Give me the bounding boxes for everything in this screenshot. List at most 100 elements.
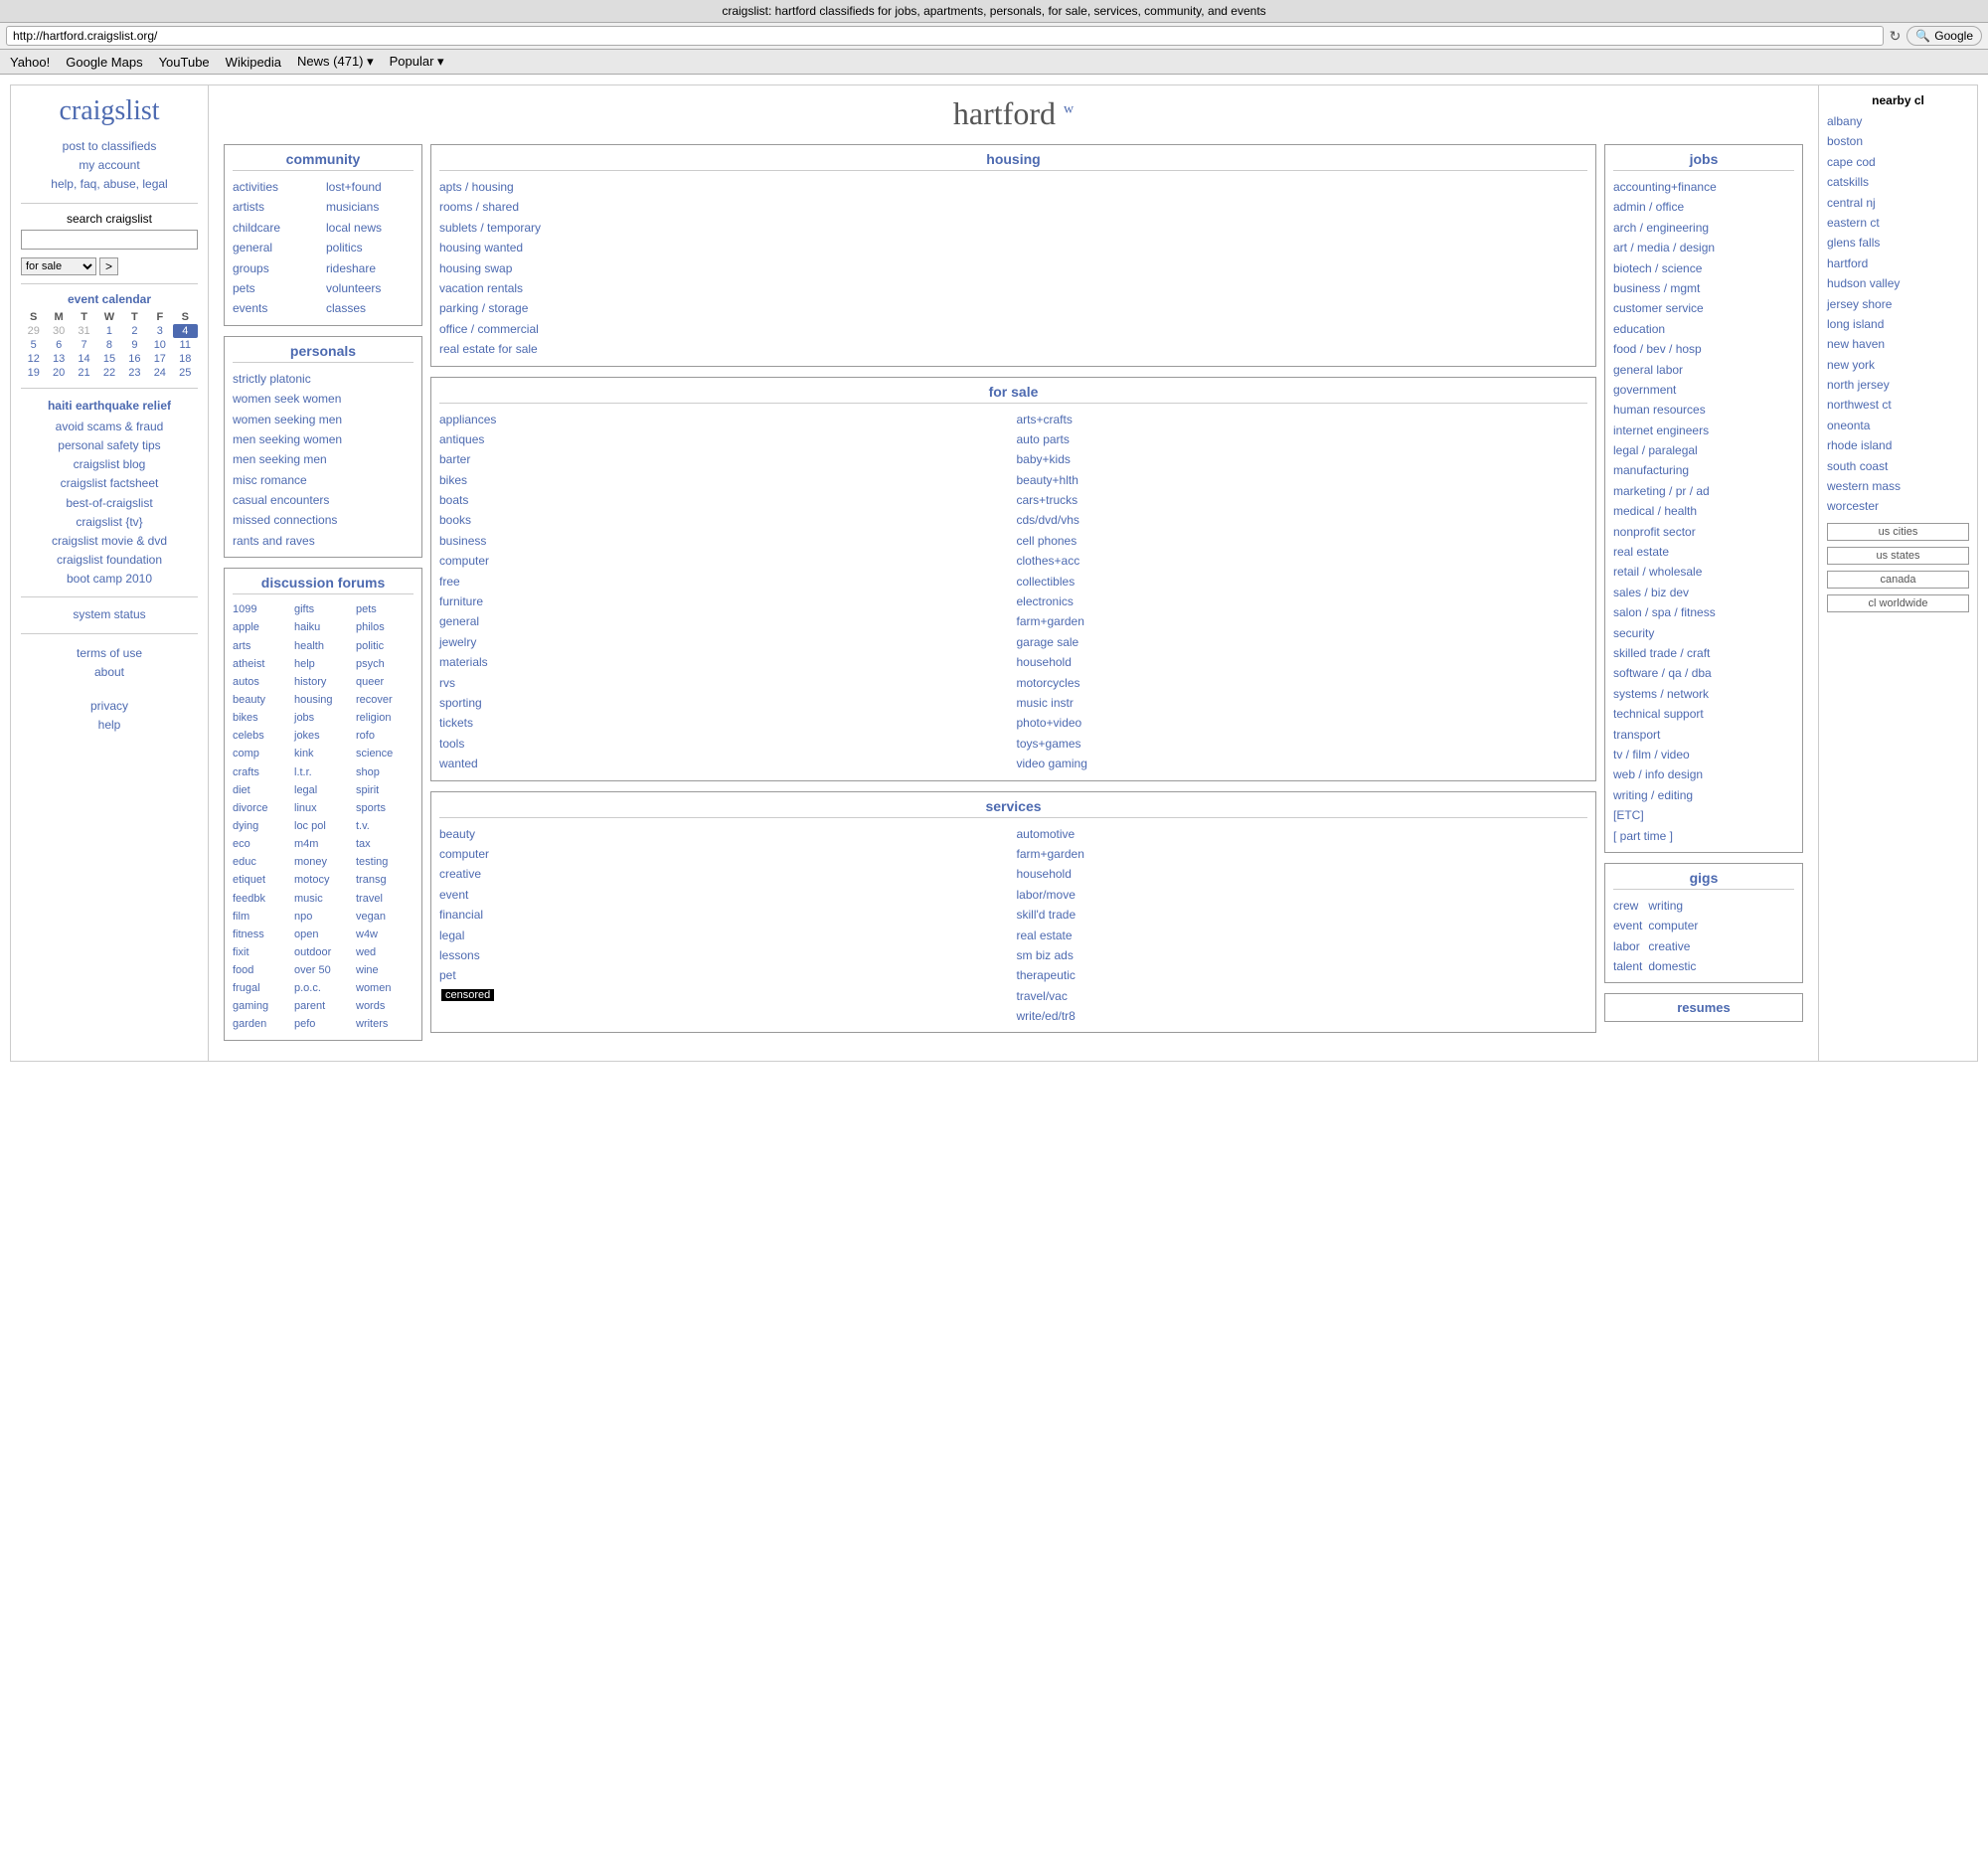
nav-item-youtube[interactable]: YouTube: [159, 55, 210, 70]
cal-day[interactable]: 19: [21, 366, 46, 380]
forsale-wanted[interactable]: wanted: [439, 754, 1011, 773]
housing-sublets[interactable]: sublets / temporary: [439, 218, 1587, 238]
cal-day[interactable]: 10: [147, 338, 172, 352]
forsale-babykids[interactable]: baby+kids: [1017, 449, 1588, 469]
nearby-hudson-valley[interactable]: hudson valley: [1827, 273, 1969, 293]
jobs-customer[interactable]: customer service: [1613, 298, 1794, 318]
forum-gaming[interactable]: gaming: [233, 997, 290, 1015]
nearby-south-coast[interactable]: south coast: [1827, 456, 1969, 476]
personals-missed-connections[interactable]: missed connections: [233, 510, 414, 530]
best-of-link[interactable]: best-of-craigslist: [21, 494, 198, 513]
us-cities-btn[interactable]: us cities: [1827, 523, 1969, 541]
forum-comp[interactable]: comp: [233, 745, 290, 762]
forum-poc[interactable]: p.o.c.: [294, 979, 352, 997]
services-smbizads[interactable]: sm biz ads: [1017, 945, 1588, 965]
cal-day[interactable]: 15: [96, 352, 121, 366]
jobs-arch[interactable]: arch / engineering: [1613, 218, 1794, 238]
forum-garden[interactable]: garden: [233, 1015, 290, 1033]
forsale-beautyhlth[interactable]: beauty+hlth: [1017, 470, 1588, 490]
system-status-link[interactable]: system status: [21, 605, 198, 624]
housing-apts[interactable]: apts / housing: [439, 177, 1587, 197]
forsale-sporting[interactable]: sporting: [439, 693, 1011, 713]
forsale-tools[interactable]: tools: [439, 734, 1011, 754]
forum-religion[interactable]: religion: [356, 709, 414, 727]
nav-item-wikipedia[interactable]: Wikipedia: [226, 55, 281, 70]
forsale-furniture[interactable]: furniture: [439, 592, 1011, 611]
forsale-electronics[interactable]: electronics: [1017, 592, 1588, 611]
forum-tv[interactable]: t.v.: [356, 817, 414, 835]
forum-npo[interactable]: npo: [294, 908, 352, 926]
cal-day[interactable]: 16: [122, 352, 147, 366]
jobs-security[interactable]: security: [1613, 623, 1794, 643]
jobs-manufacturing[interactable]: manufacturing: [1613, 460, 1794, 480]
forsale-books[interactable]: books: [439, 510, 1011, 530]
jobs-systems[interactable]: systems / network: [1613, 684, 1794, 704]
forum-queer[interactable]: queer: [356, 673, 414, 691]
community-musicians[interactable]: musicians: [326, 197, 414, 217]
search-input[interactable]: [21, 230, 198, 250]
nearby-boston[interactable]: boston: [1827, 131, 1969, 151]
services-lessons[interactable]: lessons: [439, 945, 1011, 965]
services-event[interactable]: event: [439, 885, 1011, 905]
nearby-central-nj[interactable]: central nj: [1827, 193, 1969, 213]
forsale-antiques[interactable]: antiques: [439, 429, 1011, 449]
jobs-transport[interactable]: transport: [1613, 725, 1794, 745]
cal-day[interactable]: 30: [46, 324, 71, 338]
community-volunteers[interactable]: volunteers: [326, 278, 414, 298]
cal-day[interactable]: 7: [72, 338, 96, 352]
forsale-barter[interactable]: barter: [439, 449, 1011, 469]
housing-office[interactable]: office / commercial: [439, 319, 1587, 339]
forsale-tickets[interactable]: tickets: [439, 713, 1011, 733]
forsale-artscrafts[interactable]: arts+crafts: [1017, 410, 1588, 429]
forum-psych[interactable]: psych: [356, 655, 414, 673]
forum-philos[interactable]: philos: [356, 618, 414, 636]
housing-vacation[interactable]: vacation rentals: [439, 278, 1587, 298]
forum-etiquet[interactable]: etiquet: [233, 871, 290, 889]
jobs-etc[interactable]: [ETC]: [1613, 805, 1794, 825]
personals-men-seeking-men[interactable]: men seeking men: [233, 449, 414, 469]
nearby-eastern-ct[interactable]: eastern ct: [1827, 213, 1969, 233]
housing-rooms[interactable]: rooms / shared: [439, 197, 1587, 217]
gigs-writing[interactable]: writing: [1648, 896, 1698, 916]
us-states-btn[interactable]: us states: [1827, 547, 1969, 565]
services-creative[interactable]: creative: [439, 864, 1011, 884]
forum-spirit[interactable]: spirit: [356, 781, 414, 799]
services-labormove[interactable]: labor/move: [1017, 885, 1588, 905]
forum-music[interactable]: music: [294, 890, 352, 908]
forum-bikes[interactable]: bikes: [233, 709, 290, 727]
jobs-human-resources[interactable]: human resources: [1613, 400, 1794, 420]
services-household[interactable]: household: [1017, 864, 1588, 884]
forum-haiku[interactable]: haiku: [294, 618, 352, 636]
forum-fitness[interactable]: fitness: [233, 926, 290, 943]
cal-day[interactable]: 21: [72, 366, 96, 380]
forum-fixit[interactable]: fixit: [233, 943, 290, 961]
forum-testing[interactable]: testing: [356, 853, 414, 871]
help-faq-link[interactable]: help, faq, abuse, legal: [21, 175, 198, 194]
nearby-catskills[interactable]: catskills: [1827, 172, 1969, 192]
forsale-business[interactable]: business: [439, 531, 1011, 551]
forsale-free[interactable]: free: [439, 572, 1011, 592]
community-lost-found[interactable]: lost+found: [326, 177, 414, 197]
cal-day[interactable]: 25: [173, 366, 198, 380]
gigs-talent[interactable]: talent: [1613, 956, 1642, 976]
forum-science[interactable]: science: [356, 745, 414, 762]
gigs-computer[interactable]: computer: [1648, 916, 1698, 935]
services-travelvac[interactable]: travel/vac: [1017, 986, 1588, 1006]
forsale-farmgarden[interactable]: farm+garden: [1017, 611, 1588, 631]
housing-wanted[interactable]: housing wanted: [439, 238, 1587, 257]
browser-search[interactable]: 🔍 Google: [1906, 26, 1982, 46]
factsheet-link[interactable]: craigslist factsheet: [21, 474, 198, 493]
cal-day[interactable]: 5: [21, 338, 46, 352]
forum-dying[interactable]: dying: [233, 817, 290, 835]
cal-day[interactable]: 3: [147, 324, 172, 338]
personals-strictly-platonic[interactable]: strictly platonic: [233, 369, 414, 389]
search-category-select[interactable]: for sale housing jobs services community…: [21, 257, 96, 275]
forsale-bikes[interactable]: bikes: [439, 470, 1011, 490]
nav-item-googlemaps[interactable]: Google Maps: [66, 55, 142, 70]
nearby-worcester[interactable]: worcester: [1827, 496, 1969, 516]
cal-day[interactable]: 12: [21, 352, 46, 366]
forum-legal[interactable]: legal: [294, 781, 352, 799]
services-financial[interactable]: financial: [439, 905, 1011, 925]
services-legal[interactable]: legal: [439, 926, 1011, 945]
jobs-software[interactable]: software / qa / dba: [1613, 663, 1794, 683]
